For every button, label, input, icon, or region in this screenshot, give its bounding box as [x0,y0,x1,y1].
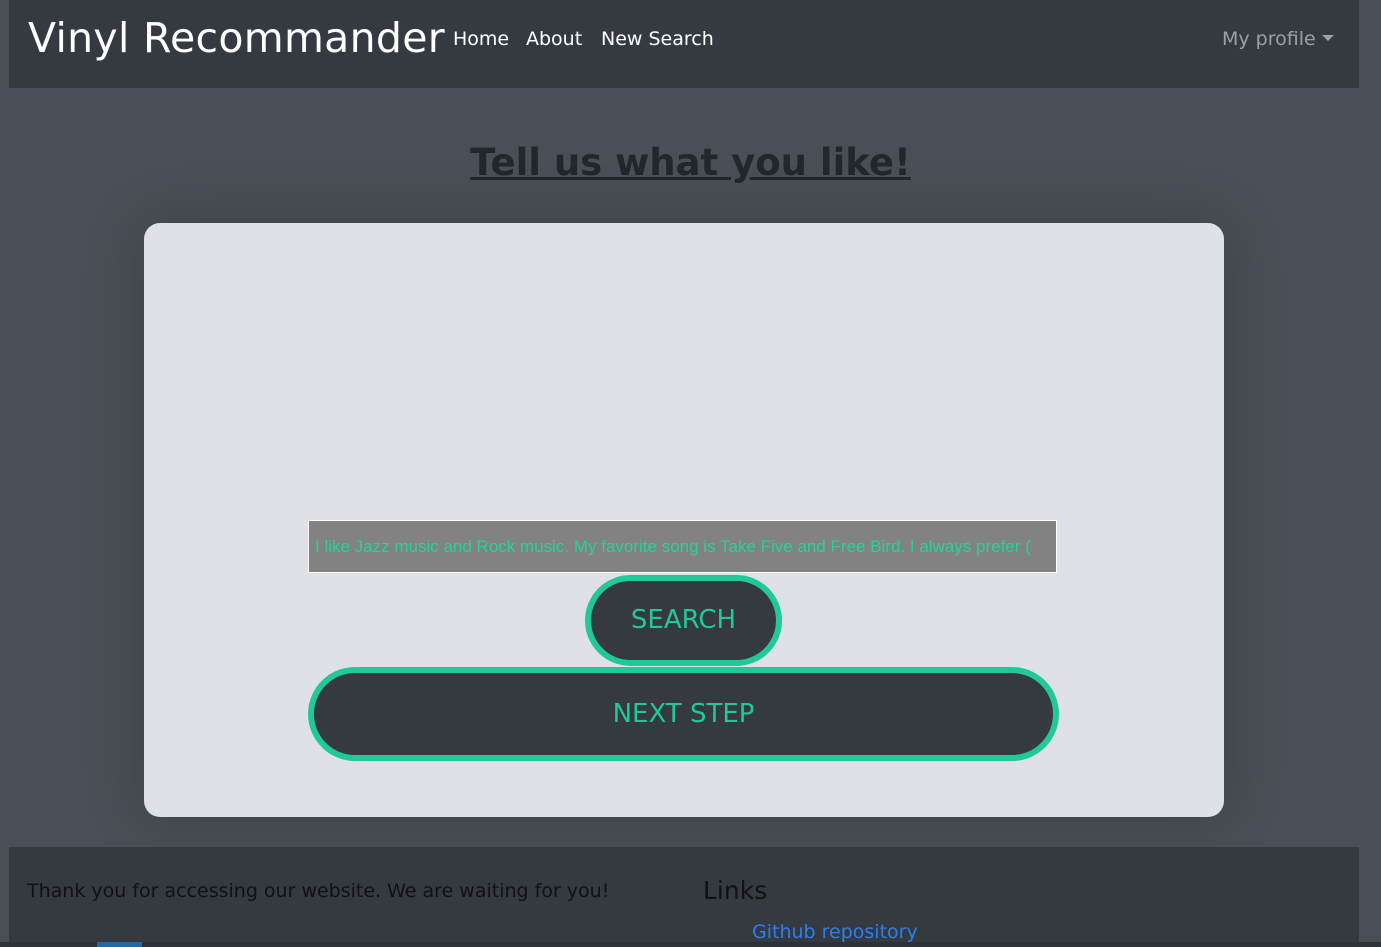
footer-links-heading: Links [703,876,768,905]
search-card: SEARCH NEXT STEP [144,223,1224,817]
next-step-button[interactable]: NEXT STEP [308,667,1059,761]
brand-logo-text[interactable]: Vinyl Recommander [28,12,445,64]
my-profile-dropdown[interactable]: My profile [1222,26,1334,52]
preferences-search-input[interactable] [308,520,1057,573]
my-profile-label: My profile [1222,28,1316,50]
nav-home-link[interactable]: Home [453,26,509,52]
search-button[interactable]: SEARCH [585,575,782,666]
nav-new-search-link[interactable]: New Search [601,26,714,52]
page-title: Tell us what you like! [470,140,911,184]
scrollbar-thumb[interactable] [97,942,142,947]
page-footer: Thank you for accessing our website. We … [9,847,1359,947]
horizontal-scrollbar[interactable] [0,942,1381,947]
footer-thanks-text: Thank you for accessing our website. We … [27,880,610,902]
nav-about-link[interactable]: About [526,26,582,52]
chevron-down-icon [1321,35,1334,41]
top-navbar: Vinyl Recommander Home About New Search … [9,0,1359,88]
